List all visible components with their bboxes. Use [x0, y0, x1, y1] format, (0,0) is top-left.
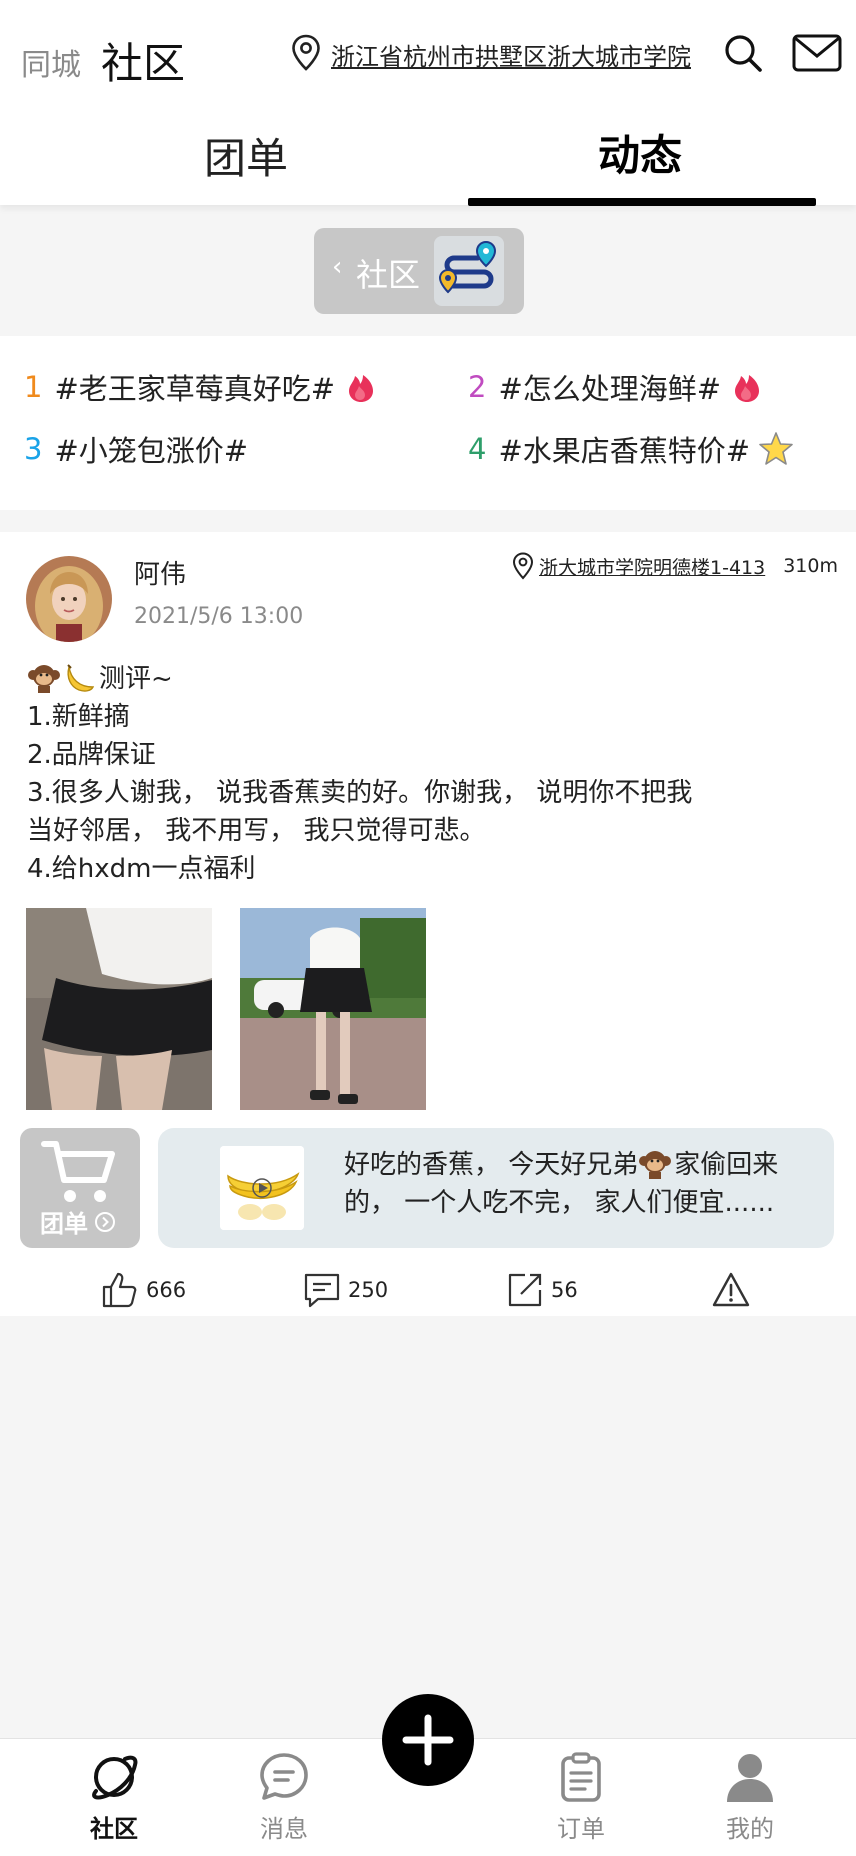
- clipboard-icon: [561, 1752, 601, 1802]
- hot-icon: [735, 375, 760, 402]
- post-card[interactable]: 阿伟 2021/5/6 13:00 浙大城市学院明德楼1-413 310m 测评…: [0, 532, 856, 1316]
- share-button[interactable]: 56: [505, 1270, 578, 1310]
- search-icon[interactable]: [722, 32, 764, 74]
- monkey-icon: [28, 665, 60, 693]
- chevron-right-circle-icon: [95, 1211, 115, 1232]
- star-icon: [759, 432, 793, 465]
- current-location-link[interactable]: 浙江省杭州市拱墅区浙大城市学院: [331, 37, 691, 72]
- cart-icon: [41, 1141, 115, 1202]
- topic-rank: 1: [24, 370, 43, 404]
- hot-icon: [349, 375, 374, 402]
- topic-text: #小笼包涨价#: [54, 434, 249, 468]
- nav-item-orders[interactable]: 订单: [531, 1751, 631, 1844]
- topic-text: #水果店香蕉特价#: [498, 434, 751, 468]
- post-content-line: 测评~: [27, 660, 827, 698]
- group-buy-label: 团单: [40, 1210, 88, 1238]
- person-icon: [727, 1754, 773, 1802]
- post-actions: 666 250 56: [0, 1262, 856, 1312]
- warning-icon: [712, 1272, 750, 1307]
- planet-icon: [92, 1755, 138, 1800]
- tab-moments[interactable]: 动态: [598, 122, 682, 183]
- product-text-part: 好吃的香蕉， 今天好兄弟: [344, 1150, 639, 1180]
- topic-text: #怎么处理海鲜#: [498, 372, 722, 406]
- topic-text: #老王家草莓真好吃#: [54, 372, 336, 406]
- product-description: 好吃的香蕉， 今天好兄弟 家偷回来的， 一个人吃不完， 家人们便宜......: [344, 1146, 824, 1222]
- trending-topics: 1 #老王家草莓真好吃# 2 #怎么处理海鲜# 3 #小笼包涨价# 4 #水果店…: [0, 336, 856, 510]
- create-post-button[interactable]: [382, 1694, 474, 1786]
- post-content-line: 1.新鲜摘: [27, 702, 130, 732]
- nav-item-messages[interactable]: 消息: [234, 1751, 334, 1844]
- mail-icon[interactable]: [792, 34, 842, 72]
- post-location[interactable]: 浙大城市学院明德楼1-413 310m: [511, 552, 838, 580]
- group-buy-button[interactable]: 团单: [20, 1128, 140, 1248]
- app-header: 同城 社区 浙江省杭州市拱墅区浙大城市学院 团单 动态: [0, 0, 856, 206]
- nav-label: 社区: [90, 1815, 138, 1843]
- map-route-icon: [434, 236, 504, 306]
- comment-count: 250: [348, 1278, 389, 1302]
- city-tab[interactable]: 同城: [21, 40, 81, 84]
- community-filter-chip[interactable]: ‹ 社区: [314, 228, 524, 314]
- post-distance: 310m: [783, 555, 838, 577]
- tab-group-buy[interactable]: 团单: [204, 125, 288, 186]
- trending-topic[interactable]: 3 #小笼包涨价#: [24, 428, 248, 470]
- post-content-line: 3.很多人谢我， 说我香蕉卖的好。你谢我， 说明你不把我: [27, 778, 693, 808]
- banana-icon: [67, 664, 95, 692]
- post-content-text: 测评~: [99, 664, 173, 694]
- topic-rank: 4: [468, 432, 487, 466]
- share-count: 56: [551, 1278, 578, 1302]
- post-content-line: 当好邻居， 我不用写， 我只觉得可悲。: [27, 816, 486, 846]
- trending-topic[interactable]: 4 #水果店香蕉特价#: [468, 428, 794, 470]
- group-buy-label-row: 团单: [40, 1204, 116, 1239]
- message-icon: [260, 1753, 308, 1800]
- active-tab-indicator: [468, 198, 816, 206]
- trending-topic[interactable]: 2 #怎么处理海鲜#: [468, 366, 765, 408]
- nav-label: 订单: [557, 1815, 605, 1843]
- nav-item-community[interactable]: 社区: [64, 1751, 164, 1844]
- product-image: [220, 1146, 304, 1230]
- post-time: 2021/5/6 13:00: [134, 604, 304, 629]
- comment-icon: [304, 1273, 340, 1308]
- post-author[interactable]: 阿伟: [134, 554, 186, 591]
- page-title: 社区: [101, 39, 186, 88]
- like-count: 666: [146, 1278, 187, 1302]
- share-icon: [508, 1273, 542, 1307]
- nav-label: 消息: [260, 1815, 308, 1843]
- comment-button[interactable]: 250: [302, 1270, 388, 1310]
- trending-topic[interactable]: 1 #老王家草莓真好吃#: [24, 366, 379, 408]
- topic-rank: 3: [24, 432, 43, 466]
- post-photo[interactable]: [26, 908, 212, 1110]
- community-chip-label: 社区: [356, 256, 421, 294]
- nav-item-mine[interactable]: 我的: [700, 1751, 800, 1844]
- post-content: 测评~ 1.新鲜摘 2.品牌保证 3.很多人谢我， 说我香蕉卖的好。你谢我， 说…: [27, 660, 827, 888]
- like-button[interactable]: 666: [100, 1270, 186, 1310]
- product-card[interactable]: 好吃的香蕉， 今天好兄弟 家偷回来的， 一个人吃不完， 家人们便宜......: [158, 1128, 834, 1248]
- monkey-icon: [639, 1151, 672, 1179]
- location-pin-icon[interactable]: [289, 34, 323, 72]
- post-content-line: 4.给hxdm一点福利: [27, 854, 256, 884]
- chevron-left-icon: ‹: [332, 252, 343, 282]
- location-pin-icon: [512, 552, 534, 580]
- report-button[interactable]: [711, 1270, 757, 1310]
- plus-icon: [402, 1714, 454, 1766]
- nav-label: 我的: [726, 1815, 774, 1843]
- post-photo[interactable]: [240, 908, 426, 1110]
- avatar[interactable]: [26, 556, 112, 642]
- post-content-line: 2.品牌保证: [27, 740, 156, 770]
- thumbs-up-icon: [102, 1272, 137, 1308]
- post-location-text: 浙大城市学院明德楼1-413: [539, 556, 766, 579]
- topic-rank: 2: [468, 370, 487, 404]
